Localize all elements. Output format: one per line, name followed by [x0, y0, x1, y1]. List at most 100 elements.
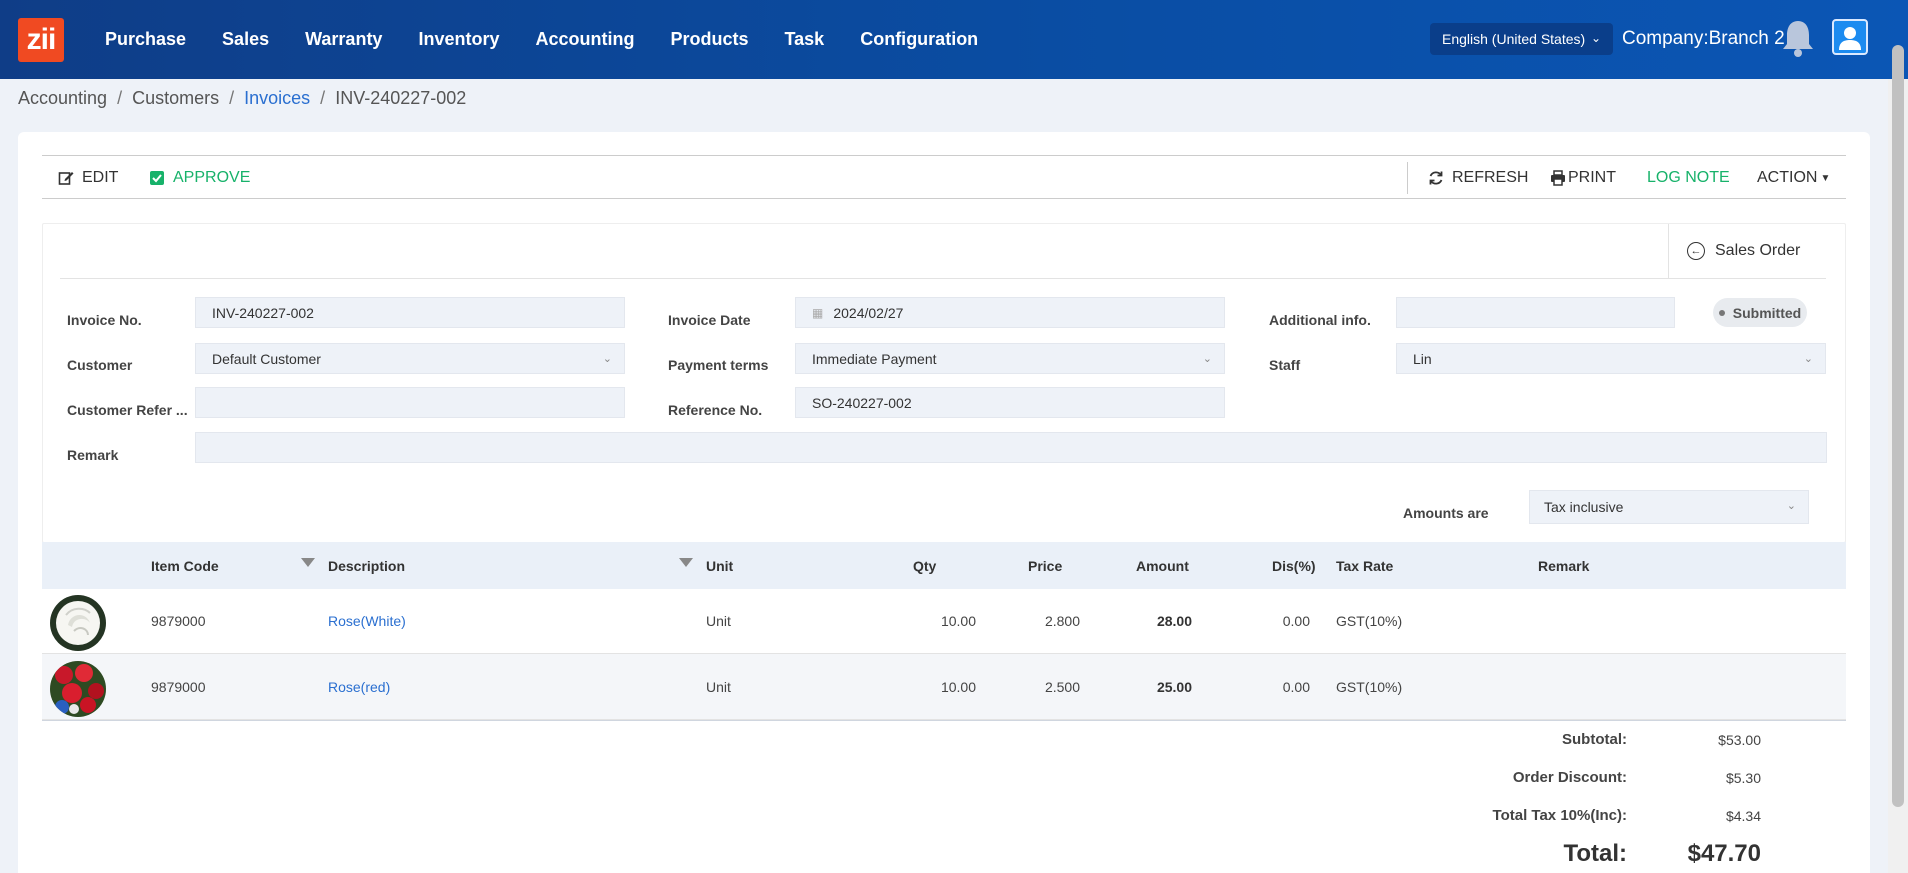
col-unit[interactable]: Unit [706, 542, 733, 589]
user-icon [1839, 27, 1861, 50]
nav-task[interactable]: Task [785, 29, 825, 50]
price-cell: 2.800 [1044, 613, 1080, 629]
toolbar-divider [1407, 162, 1408, 194]
tax-rate-cell: GST(10%) [1336, 613, 1403, 629]
table-bottom-border [42, 720, 1846, 721]
col-price[interactable]: Price [1028, 542, 1062, 589]
col-qty[interactable]: Qty [913, 542, 936, 589]
item-code-cell: 9879000 [151, 679, 206, 695]
approve-button[interactable]: APPROVE [150, 156, 250, 200]
nav-inventory[interactable]: Inventory [418, 29, 499, 50]
staff-label: Staff [1269, 357, 1301, 373]
log-note-button[interactable]: LOG NOTE [1647, 156, 1730, 200]
col-description[interactable]: Description [328, 542, 405, 589]
amounts-are-value: Tax inclusive [1544, 499, 1624, 515]
invoice-date-field[interactable]: ▦ 2024/02/27 [795, 297, 1225, 328]
tax-rate-cell: GST(10%) [1336, 679, 1403, 695]
status-dot [1718, 309, 1725, 316]
customer-ref-field[interactable] [195, 387, 625, 418]
log-note-label: LOG NOTE [1647, 169, 1730, 186]
print-label: PRINT [1568, 169, 1616, 186]
language-select[interactable]: English (United States) ⌄ [1430, 23, 1613, 55]
col-amount[interactable]: Amount [1136, 542, 1189, 589]
user-avatar[interactable] [1832, 19, 1868, 55]
edit-button[interactable]: EDIT [58, 156, 118, 200]
chevron-down-icon: ⌄ [1590, 31, 1601, 45]
invoice-no-field[interactable]: INV-240227-002 [195, 297, 625, 328]
action-toolbar: EDIT APPROVE REFRESH PRINT LOG NOTE ACTI… [42, 155, 1846, 199]
filter-icon[interactable] [301, 558, 315, 567]
col-item-code[interactable]: Item Code [151, 542, 219, 589]
total-tax-label: Total Tax 10%(Inc): [1492, 807, 1627, 824]
breadcrumb-customers[interactable]: Customers [132, 88, 219, 109]
invoice-date-value: 2024/02/27 [833, 304, 904, 321]
payment-terms-label: Payment terms [668, 357, 769, 373]
amounts-are-label: Amounts are [1403, 505, 1489, 521]
breadcrumb-invoices[interactable]: Invoices [244, 88, 310, 109]
nav-products[interactable]: Products [670, 29, 748, 50]
refresh-label: REFRESH [1452, 169, 1529, 186]
app-logo[interactable]: zii [18, 18, 64, 62]
customer-select[interactable]: Default Customer ⌄ [195, 343, 625, 374]
additional-info-field[interactable] [1396, 297, 1675, 328]
reference-no-field[interactable]: SO-240227-002 [795, 387, 1225, 418]
payment-terms-select[interactable]: Immediate Payment ⌄ [795, 343, 1225, 374]
table-row[interactable]: 9879000 Rose(red) Unit 10.00 2.500 25.00… [42, 654, 1846, 720]
qty-cell: 10.00 [940, 679, 976, 695]
breadcrumb: Accounting / Customers / Invoices / INV-… [18, 88, 466, 109]
col-tax-rate[interactable]: Tax Rate [1336, 542, 1393, 589]
staff-value: Lin [1413, 350, 1432, 367]
company-label[interactable]: Company:Branch 2 [1622, 28, 1785, 50]
nav-accounting[interactable]: Accounting [535, 29, 634, 50]
caret-down-icon: ▼ [1820, 172, 1831, 184]
chevron-down-icon: ⌄ [1803, 353, 1813, 365]
action-dropdown[interactable]: ACTION ▼ [1757, 156, 1830, 200]
reference-no-label: Reference No. [668, 402, 763, 418]
nav-configuration[interactable]: Configuration [860, 29, 978, 50]
breadcrumb-current: INV-240227-002 [335, 88, 467, 108]
item-code-cell: 9879000 [151, 613, 206, 629]
col-discount[interactable]: Dis(%) [1272, 542, 1316, 589]
breadcrumb-separator: / [320, 88, 326, 108]
invoice-no-label: Invoice No. [67, 312, 142, 328]
customer-ref-label: Customer Refer ... [67, 402, 188, 418]
description-cell[interactable]: Rose(red) [328, 654, 390, 720]
unit-cell: Unit [706, 613, 731, 629]
amounts-are-select[interactable]: Tax inclusive ⌄ [1529, 490, 1809, 524]
approve-label: APPROVE [173, 169, 251, 186]
nav-purchase[interactable]: Purchase [105, 29, 186, 50]
col-remark[interactable]: Remark [1538, 542, 1589, 589]
price-cell: 2.500 [1044, 679, 1080, 695]
refresh-button[interactable]: REFRESH [1428, 156, 1528, 200]
customer-value: Default Customer [212, 350, 321, 367]
chevron-down-icon: ⌄ [1202, 353, 1212, 365]
scrollbar-thumb[interactable] [1892, 45, 1904, 807]
sales-order-label: Sales Order [1715, 242, 1801, 259]
printer-icon [1551, 170, 1565, 186]
reference-no-value: SO-240227-002 [812, 394, 912, 411]
discount-cell: 0.00 [1282, 679, 1310, 695]
remark-field[interactable] [195, 432, 1827, 463]
back-arrow-icon: ← [1687, 242, 1705, 260]
print-button[interactable]: PRINT [1550, 156, 1616, 200]
nav-warranty[interactable]: Warranty [305, 29, 382, 50]
order-discount-value: $5.30 [1725, 770, 1761, 786]
amount-cell: 28.00 [1156, 613, 1192, 629]
grand-total-value: $47.70 [1687, 840, 1761, 867]
nav-sales[interactable]: Sales [222, 29, 269, 50]
bell-icon[interactable] [1780, 18, 1816, 58]
filter-icon[interactable] [679, 558, 693, 567]
subtotal-label: Subtotal: [1562, 731, 1627, 748]
sales-order-link[interactable]: ← Sales Order [1668, 224, 1845, 278]
breadcrumb-separator: / [229, 88, 235, 108]
staff-select[interactable]: Lin ⌄ [1396, 343, 1826, 374]
table-row[interactable]: 9879000 Rose(White) Unit 10.00 2.800 28.… [42, 588, 1846, 654]
subtotal-value: $53.00 [1718, 732, 1761, 748]
description-cell[interactable]: Rose(White) [328, 588, 406, 654]
product-thumbnail-rose-white [50, 595, 106, 651]
discount-cell: 0.00 [1282, 613, 1310, 629]
remark-label: Remark [67, 447, 119, 463]
payment-terms-value: Immediate Payment [812, 350, 937, 367]
breadcrumb-accounting[interactable]: Accounting [18, 88, 107, 109]
total-tax-value: $4.34 [1725, 808, 1761, 824]
